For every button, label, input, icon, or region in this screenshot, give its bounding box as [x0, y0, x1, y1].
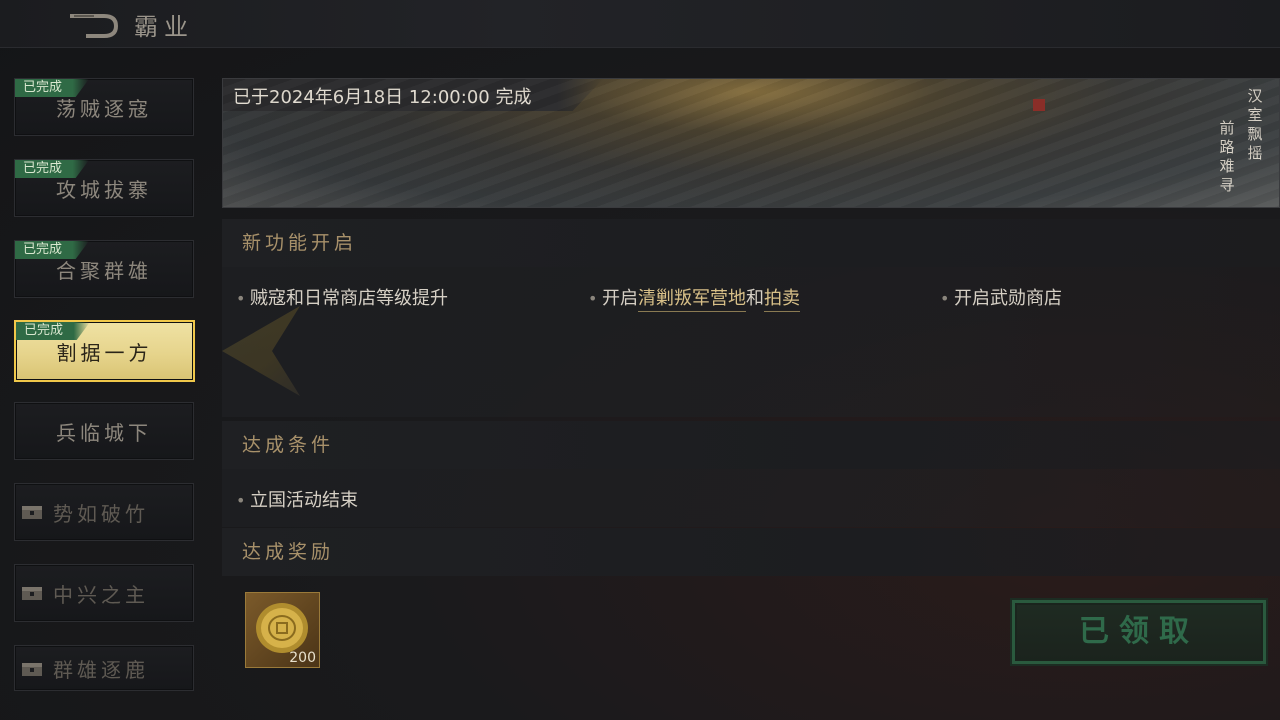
poem-column-1: 汉室飘摇 — [1247, 87, 1263, 162]
rewards-section-title: 达成奖励 — [222, 528, 1280, 576]
sidebar-item-3[interactable]: 已完成 合聚群雄 — [14, 240, 194, 298]
sidebar-item-1[interactable]: 已完成 荡贼逐寇 — [14, 78, 194, 136]
sidebar-item-label: 割据一方 — [56, 340, 153, 365]
reward-coin-item[interactable]: 200 — [245, 592, 320, 668]
sidebar-item-5[interactable]: 兵临城下 — [14, 402, 194, 460]
feature-item-1: • 贼寇和日常商店等级提升 — [236, 288, 448, 309]
locked-chest-icon — [22, 663, 42, 676]
claimed-button[interactable]: 已领取 — [1012, 600, 1266, 664]
chapter-banner: 已于2024年6月18日 12:00:00 完成 汉室飘摇 前路难寻 — [222, 78, 1280, 208]
top-bar: 霸业 — [0, 0, 1280, 48]
sidebar-item-label: 中兴之主 — [53, 582, 149, 607]
locked-chest-icon — [22, 506, 42, 519]
locked-chest-icon — [22, 587, 42, 600]
link-rebel-camp[interactable]: 清剿叛军营地 — [638, 288, 746, 312]
sidebar-item-label: 兵临城下 — [56, 420, 152, 445]
date-ribbon: 已于2024年6月18日 12:00:00 完成 — [223, 79, 603, 111]
sidebar-item-label: 群雄逐鹿 — [53, 657, 149, 682]
feature-item-2: • 开启清剿叛军营地和拍卖 — [588, 284, 800, 312]
sidebar-item-label: 势如破竹 — [53, 501, 149, 526]
reward-count: 200 — [289, 650, 316, 666]
conditions-section-body — [222, 469, 1280, 527]
completion-date: 已于2024年6月18日 12:00:00 完成 — [233, 87, 532, 108]
red-seal-stamp — [1033, 99, 1045, 111]
sidebar-item-8[interactable]: 群雄逐鹿 — [14, 645, 194, 691]
conditions-section-title: 达成条件 — [222, 421, 1280, 469]
poem-column-2: 前路难寻 — [1219, 119, 1235, 194]
sidebar-item-7[interactable]: 中兴之主 — [14, 564, 194, 622]
link-auction[interactable]: 拍卖 — [764, 288, 800, 312]
back-arrow-icon[interactable] — [68, 10, 120, 38]
sidebar-item-4-selected[interactable]: 已完成 割据一方 — [14, 320, 195, 382]
sidebar-item-6[interactable]: 势如破竹 — [14, 483, 194, 541]
condition-item-1: • 立国活动结束 — [236, 490, 358, 511]
features-section-title: 新功能开启 — [222, 219, 1280, 267]
feature-item-3: • 开启武勋商店 — [940, 288, 1062, 309]
page-title: 霸业 — [134, 13, 194, 41]
sidebar-item-2[interactable]: 已完成 攻城拔寨 — [14, 159, 194, 217]
